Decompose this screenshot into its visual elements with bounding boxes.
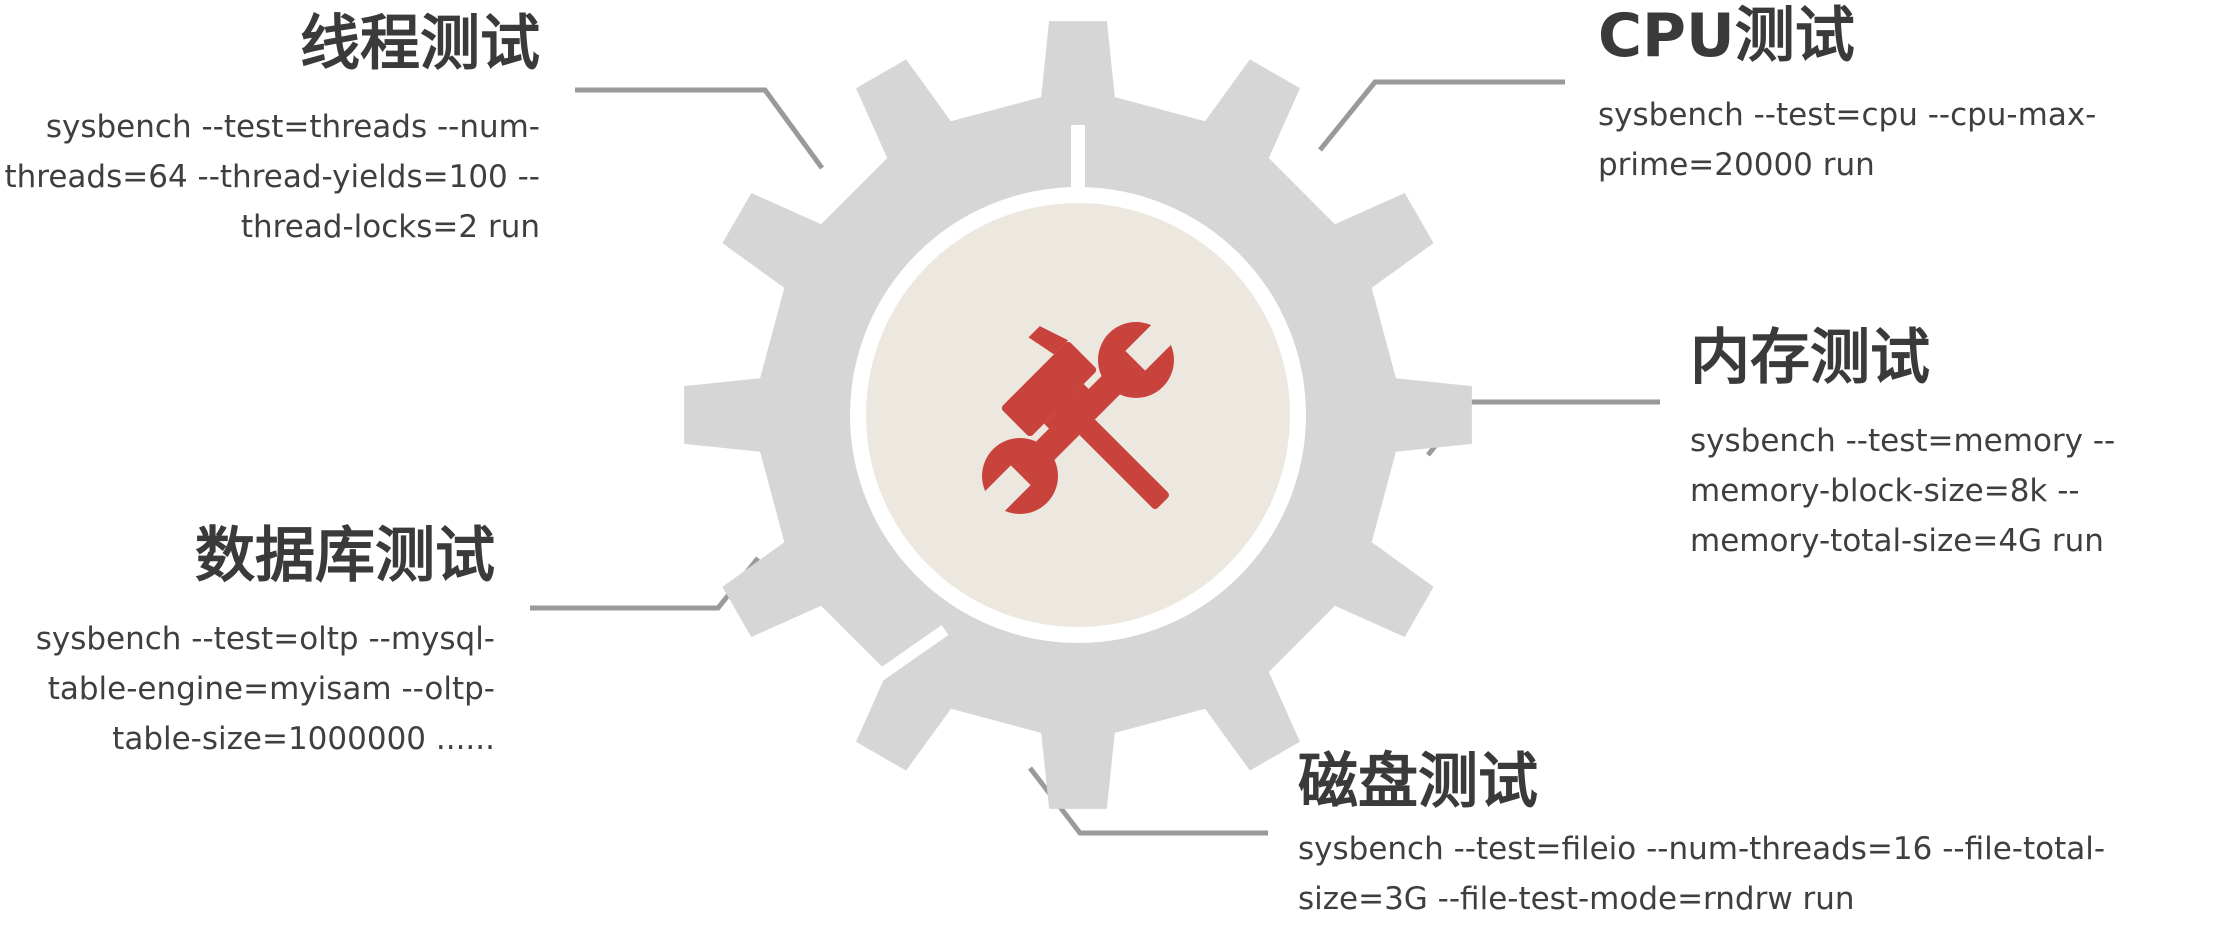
disk-command: sysbench --test=fileio --num-threads=16 …	[1298, 824, 2105, 924]
section-threads: 线程测试 sysbench --test=threads --num- thre…	[4, 8, 540, 252]
memory-command-line: memory-block-size=8k --	[1690, 473, 2080, 509]
database-command-line: table-size=1000000 ......	[112, 721, 495, 757]
cpu-command: sysbench --test=cpu --cpu-max- prime=200…	[1598, 90, 2096, 190]
disk-command-line: size=3G --file-test-mode=rndrw run	[1298, 881, 1855, 917]
cpu-command-line: prime=20000 run	[1598, 147, 1875, 183]
database-title: 数据库测试	[195, 521, 495, 591]
threads-title: 线程测试	[300, 9, 540, 79]
connector-cpu	[1318, 79, 1565, 152]
threads-command-line: thread-locks=2 run	[240, 209, 540, 245]
database-command-line: sysbench --test=oltp --mysql-	[35, 621, 495, 657]
disk-title: 磁盘测试	[1298, 747, 1538, 817]
memory-title: 内存测试	[1690, 323, 1930, 393]
database-command-line: table-engine=myisam --oltp-	[47, 671, 495, 707]
disk-command-line: sysbench --test=fileio --num-threads=16 …	[1298, 831, 2106, 867]
memory-command-line: memory-total-size=4G run	[1690, 523, 2104, 559]
database-command: sysbench --test=oltp --mysql- table-engi…	[36, 614, 495, 764]
memory-command-line: sysbench --test=memory --	[1690, 423, 2116, 459]
cpu-title: CPU测试	[1598, 1, 1855, 71]
threads-command-line: threads=64 --thread-yields=100 --	[4, 159, 540, 195]
section-memory: 内存测试 sysbench --test=memory -- memory-bl…	[1690, 322, 2115, 566]
section-cpu: CPU测试 sysbench --test=cpu --cpu-max- pri…	[1598, 0, 2096, 190]
connector-threads	[575, 87, 825, 170]
section-disk: 磁盘测试 sysbench --test=fileio --num-thread…	[1298, 746, 2105, 924]
cpu-command-line: sysbench --test=cpu --cpu-max-	[1598, 97, 2097, 133]
threads-command: sysbench --test=threads --num- threads=6…	[4, 102, 540, 252]
section-database: 数据库测试 sysbench --test=oltp --mysql- tabl…	[36, 520, 495, 764]
threads-command-line: sysbench --test=threads --num-	[45, 109, 540, 145]
connector-database	[530, 556, 760, 611]
memory-command: sysbench --test=memory -- memory-block-s…	[1690, 416, 2115, 566]
